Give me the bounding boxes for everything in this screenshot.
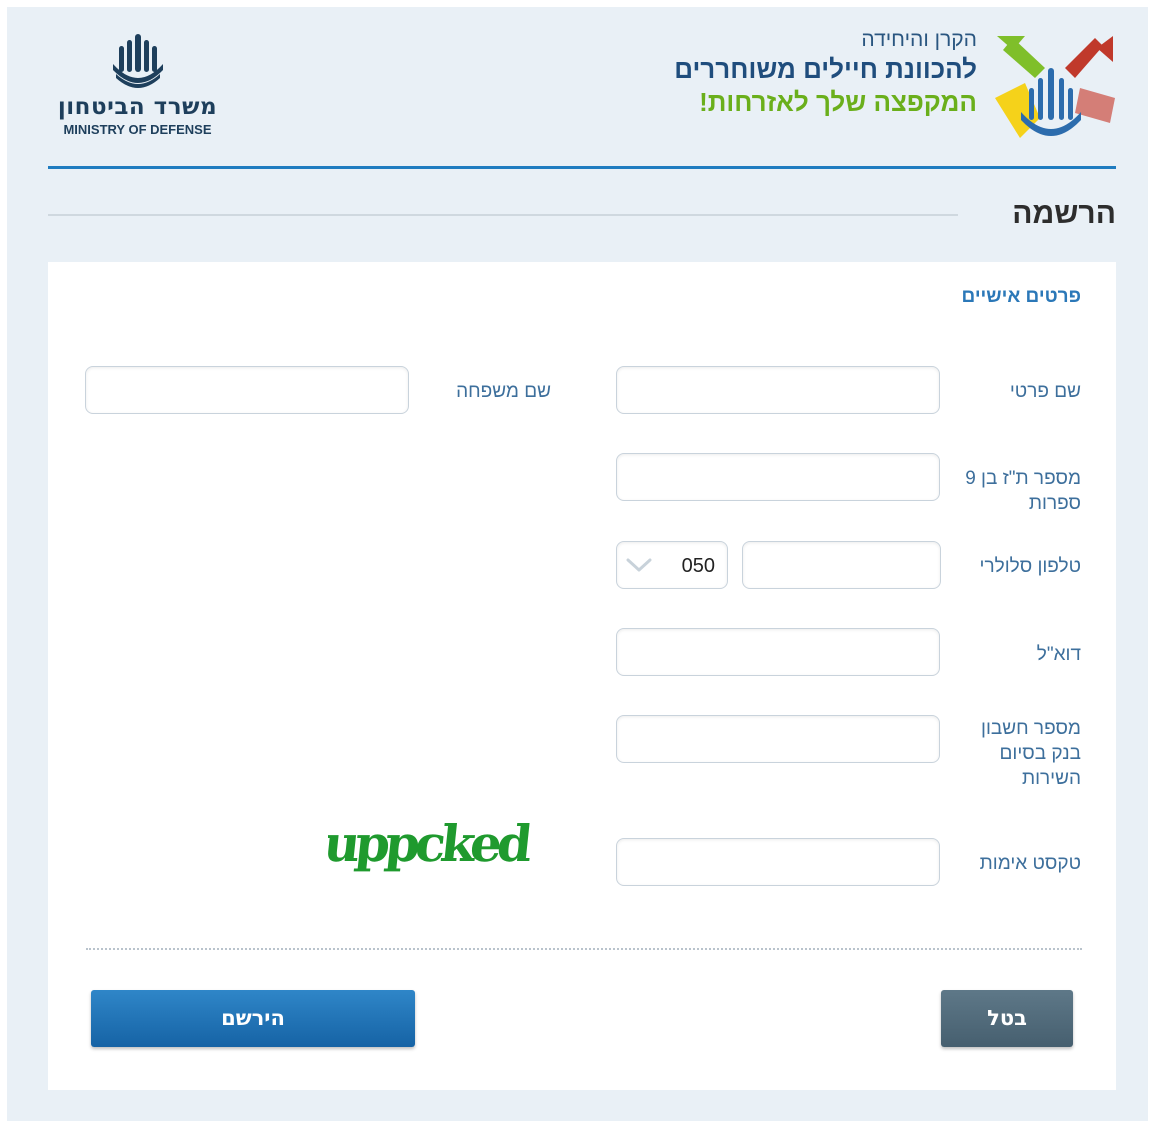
email-input[interactable] — [616, 628, 940, 676]
title-divider — [48, 214, 958, 216]
first-name-label: שם פרטי — [1009, 381, 1081, 402]
captcha-input[interactable] — [616, 838, 940, 886]
campaign-line-2: להכוונת חיילים משוחררים — [674, 54, 977, 84]
last-name-label: שם משפחה — [456, 381, 551, 402]
campaign-line-1: הקרן והיחידה — [861, 28, 977, 51]
registration-form: פרטים אישיים שם פרטי שם משפחה מספר ת"ז ב… — [48, 262, 1116, 1090]
first-name-input[interactable] — [616, 366, 940, 414]
mobile-prefix-value: 050 — [681, 555, 715, 577]
captcha-image: uppcked — [328, 814, 534, 873]
arrows-emblem-icon — [995, 36, 1115, 138]
id-number-label: מספר ת"ז בן 9 ספרות — [965, 468, 1081, 514]
ministry-logo[interactable]: משרד הביטחון MINISTRY OF DEFENSE — [45, 30, 230, 150]
menorah-emblem-icon — [112, 34, 163, 88]
chevron-down-icon — [626, 558, 652, 572]
form-divider — [86, 948, 1082, 950]
mobile-label: טלפון סלולרי — [979, 556, 1081, 577]
email-label: דוא"ל — [1036, 644, 1081, 665]
id-number-input[interactable] — [616, 453, 940, 501]
section-title: פרטים אישיים — [961, 286, 1081, 307]
captcha-label: טקסט אימות — [979, 853, 1081, 874]
ministry-name-english: MINISTRY OF DEFENSE — [63, 122, 212, 137]
cancel-button[interactable]: בטל — [941, 990, 1073, 1047]
captcha-text: uppcked — [328, 814, 534, 873]
mobile-number-input[interactable] — [742, 541, 941, 589]
bank-account-input[interactable] — [616, 715, 940, 763]
bank-account-label: מספר חשבון בנק בסיום השירות — [981, 718, 1081, 789]
last-name-input[interactable] — [85, 366, 409, 414]
campaign-banner[interactable]: הקרן והיחידה להכוונת חיילים משוחררים המק… — [625, 28, 1125, 153]
ministry-name-hebrew: משרד הביטחון — [57, 94, 218, 120]
page-title: הרשמה — [1012, 197, 1116, 230]
register-button[interactable]: הירשם — [91, 990, 415, 1047]
mobile-prefix-select[interactable]: 050 — [616, 541, 728, 589]
campaign-line-3: המקפצה שלך לאזרחות! — [699, 87, 977, 117]
header-divider — [48, 166, 1116, 169]
campaign-text: הקרן והיחידה להכוונת חיילים משוחררים המק… — [674, 28, 977, 118]
